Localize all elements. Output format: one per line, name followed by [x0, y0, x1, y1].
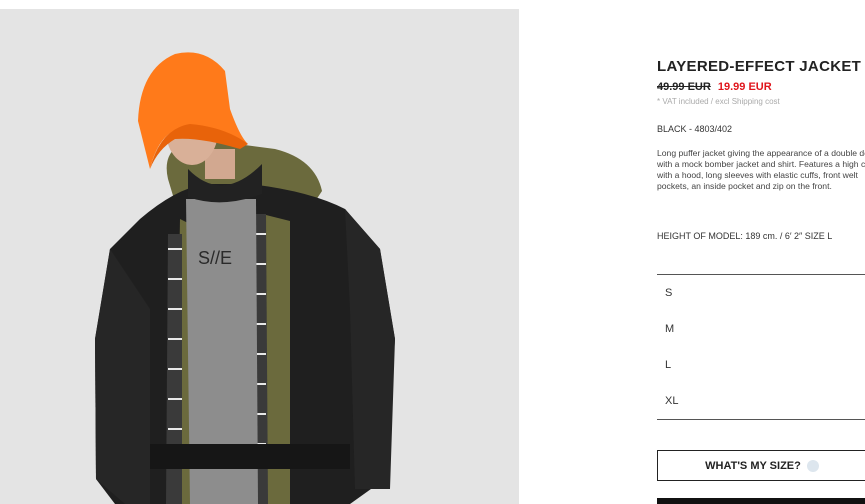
vat-note: * VAT included / excl Shipping cost — [657, 97, 780, 106]
sale-price: 19.99 EUR — [717, 81, 772, 93]
product-title: LAYERED-EFFECT JACKET — [657, 58, 862, 75]
add-to-cart-button[interactable] — [657, 498, 865, 504]
whats-my-size-button[interactable]: WHAT'S MY SIZE? — [657, 450, 865, 481]
model-height-info: HEIGHT OF MODEL: 189 cm. / 6′ 2″ SIZE L — [657, 231, 833, 241]
shirt-print: S//E — [198, 248, 232, 268]
size-option-m[interactable]: M — [657, 311, 865, 347]
size-selector: S M L XL — [657, 274, 865, 420]
size-option-l[interactable]: L — [657, 347, 865, 383]
color-reference: BLACK - 4803/402 — [657, 124, 733, 134]
product-photo[interactable]: S//E — [0, 9, 519, 504]
product-description: Long puffer jacket giving the appearance… — [657, 148, 865, 191]
product-info-panel: LAYERED-EFFECT JACKET 49.99 EUR 19.99 EU… — [657, 0, 865, 504]
help-icon — [806, 459, 819, 472]
whats-my-size-label: WHAT'S MY SIZE? — [705, 459, 801, 472]
model-illustration: S//E — [0, 9, 519, 504]
price-row: 49.99 EUR 19.99 EUR — [657, 81, 772, 93]
size-option-xl[interactable]: XL — [657, 383, 865, 419]
old-price: 49.99 EUR — [657, 81, 711, 93]
size-option-s[interactable]: S — [657, 275, 865, 311]
